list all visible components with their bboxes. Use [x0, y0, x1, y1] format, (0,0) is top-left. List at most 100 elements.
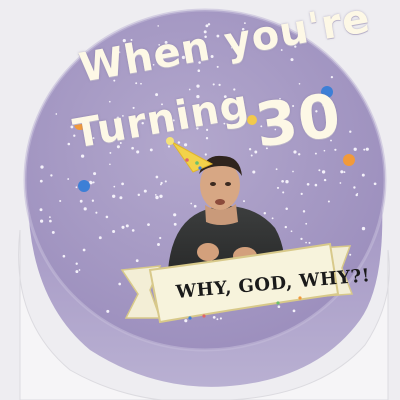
sprinkle: [131, 229, 135, 232]
cake-text-number: 30: [251, 80, 346, 162]
sprinkle: [300, 192, 303, 196]
sprinkle: [109, 151, 112, 154]
sprinkle: [248, 148, 252, 151]
sprinkle: [59, 199, 62, 203]
sprinkle: [83, 207, 87, 211]
sprinkle: [330, 75, 334, 79]
sprinkle: [82, 248, 86, 252]
sprinkle: [79, 199, 83, 203]
sprinkle: [91, 199, 95, 202]
cake-photo: When you're Turning 30 WHY, GOD, WHY?!: [0, 0, 400, 400]
sprinkle: [349, 253, 352, 256]
sprinkle: [327, 200, 330, 203]
sprinkle: [196, 84, 200, 88]
sprinkle: [136, 150, 140, 154]
sprinkle: [75, 262, 78, 265]
sprinkle: [159, 236, 162, 240]
sprinkle: [212, 316, 216, 319]
sprinkle: [184, 319, 188, 323]
sprinkle: [157, 25, 159, 27]
sprinkle: [118, 282, 122, 286]
sprinkle: [95, 211, 98, 214]
sprinkle: [55, 113, 58, 115]
sprinkle: [159, 194, 163, 198]
sprinkle: [204, 153, 207, 156]
sprinkle: [125, 224, 129, 228]
sprinkle: [271, 217, 274, 220]
sprinkle: [308, 241, 311, 244]
sprinkle: [263, 212, 267, 215]
sprinkle: [93, 172, 97, 176]
sprinkle: [276, 186, 280, 189]
sprinkle: [292, 309, 296, 313]
sprinkle: [49, 216, 51, 219]
sprinkle: [157, 243, 160, 246]
sprinkle: [167, 145, 171, 148]
sprinkle: [290, 230, 293, 233]
sprinkle: [67, 142, 71, 146]
sprinkle: [113, 185, 116, 188]
sprinkle: [363, 148, 366, 151]
sprinkle: [277, 305, 281, 309]
sprinkle: [92, 181, 95, 184]
sprinkle: [353, 186, 356, 189]
sprinkle: [112, 194, 116, 198]
sprinkle: [282, 191, 285, 194]
sprinkle: [154, 194, 157, 196]
sprinkle: [173, 213, 177, 217]
sprinkle: [361, 226, 366, 231]
sprinkle: [285, 207, 288, 210]
sprinkle: [140, 82, 142, 85]
sprinkle-blue: [78, 180, 90, 192]
sprinkle: [302, 210, 306, 213]
sprinkle: [314, 183, 318, 187]
sprinkle: [89, 180, 92, 184]
sprinkle: [39, 179, 43, 183]
sprinkle: [149, 148, 153, 152]
sprinkle: [285, 180, 289, 184]
sprinkle: [212, 83, 215, 86]
sprinkle: [365, 147, 369, 151]
sprinkle: [119, 196, 123, 200]
sprinkle: [292, 170, 294, 173]
sprinkle: [281, 179, 284, 183]
sprinkle: [143, 189, 147, 193]
sprinkle: [135, 259, 139, 263]
sprinkle: [254, 150, 258, 154]
sprinkle: [75, 270, 79, 274]
sprinkle: [159, 183, 162, 186]
sprinkle: [106, 309, 110, 313]
sprinkle: [39, 208, 43, 212]
sprinkle: [98, 236, 102, 240]
sprinkle: [193, 204, 197, 208]
sprinkle: [177, 141, 181, 144]
sprinkle: [112, 229, 116, 234]
sprinkle: [318, 169, 321, 172]
sprinkle: [75, 186, 78, 189]
sprinkle: [108, 100, 111, 103]
sprinkle: [356, 192, 359, 195]
sprinkle: [305, 241, 307, 244]
sprinkle: [67, 178, 70, 180]
sprinkle: [252, 170, 256, 174]
sprinkle: [121, 182, 124, 186]
sprinkle: [155, 175, 159, 179]
sprinkle: [349, 130, 352, 133]
sprinkle: [184, 143, 188, 147]
sprinkle: [155, 93, 159, 97]
sprinkle: [147, 223, 150, 226]
sprinkle: [105, 215, 109, 219]
sprinkle: [205, 137, 209, 140]
sprinkle: [250, 154, 253, 157]
sprinkle: [109, 163, 111, 166]
sprinkle: [323, 178, 327, 182]
sprinkle: [40, 219, 44, 223]
sprinkle: [155, 195, 159, 200]
sprinkle: [306, 182, 310, 186]
sprinkle: [339, 182, 342, 184]
sprinkle: [284, 225, 287, 229]
sprinkle: [78, 269, 81, 271]
sprinkle: [51, 230, 55, 234]
sprinkle: [305, 222, 308, 225]
sprinkle: [121, 225, 125, 229]
